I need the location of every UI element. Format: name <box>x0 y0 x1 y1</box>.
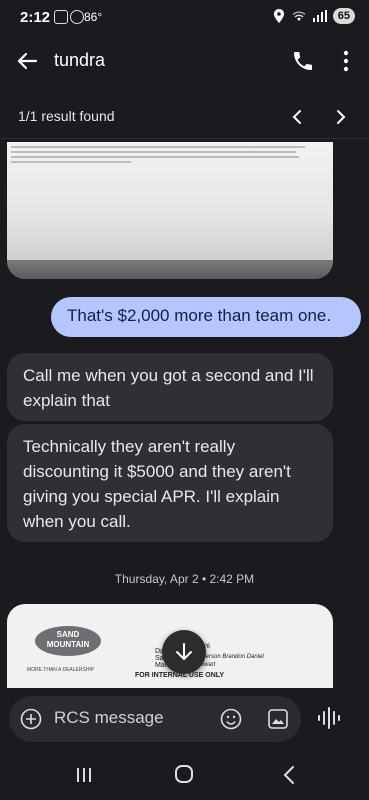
compose-field[interactable]: RCS message <box>9 696 301 742</box>
status-time: 2:12 <box>20 9 51 26</box>
document-photo <box>7 142 333 260</box>
outgoing-message[interactable]: That's $2,000 more than team one. <box>51 297 361 337</box>
wifi-icon <box>292 11 306 21</box>
logo-text: MOUNTAIN <box>46 640 90 649</box>
chevron-right-icon[interactable] <box>331 108 349 126</box>
more-vert-icon[interactable] <box>341 48 351 74</box>
chevron-left-icon[interactable] <box>289 108 307 126</box>
voice-icon[interactable] <box>316 706 342 730</box>
incoming-message[interactable]: Technically they aren't really discounti… <box>7 424 333 542</box>
composer: RCS message <box>0 692 369 748</box>
arrow-down-icon <box>176 643 192 660</box>
conversation-title: tundra <box>54 50 106 70</box>
notification-icon <box>54 10 68 24</box>
emoji-icon[interactable] <box>220 708 242 730</box>
phone-icon[interactable] <box>291 49 315 73</box>
photo-background <box>7 260 333 279</box>
search-result-count: 1/1 result found <box>18 108 115 124</box>
status-bar: 2:12 86° 65 <box>0 0 369 36</box>
signal-icon <box>312 10 327 22</box>
battery-level: 65 <box>332 8 355 24</box>
nav-back-icon[interactable] <box>281 765 297 785</box>
location-icon <box>273 9 284 23</box>
add-icon[interactable] <box>20 708 42 730</box>
search-result-bar: 1/1 result found <box>0 96 369 139</box>
image-attachment[interactable] <box>7 142 333 279</box>
system-nav-bar <box>0 748 369 800</box>
scroll-to-bottom-button[interactable] <box>162 630 206 674</box>
logo-tagline: MORE THAN A DEALERSHIP <box>27 667 95 673</box>
status-icons: 65 <box>273 8 355 24</box>
message-input[interactable]: RCS message <box>54 708 164 728</box>
incoming-message[interactable]: Call me when you got a second and I'll e… <box>7 353 333 421</box>
recents-icon[interactable] <box>74 766 94 784</box>
notification-icon <box>70 10 84 24</box>
date-separator: Thursday, Apr 2 • 2:42 PM <box>114 572 255 586</box>
home-icon[interactable] <box>174 764 194 784</box>
gallery-icon[interactable] <box>267 708 289 730</box>
app-bar: tundra <box>0 36 369 86</box>
dealer-logo: SAND MOUNTAIN <box>35 626 101 656</box>
weather-temp: 86° <box>84 10 103 24</box>
back-arrow-icon[interactable] <box>14 48 40 74</box>
logo-text: SAND <box>56 630 80 639</box>
